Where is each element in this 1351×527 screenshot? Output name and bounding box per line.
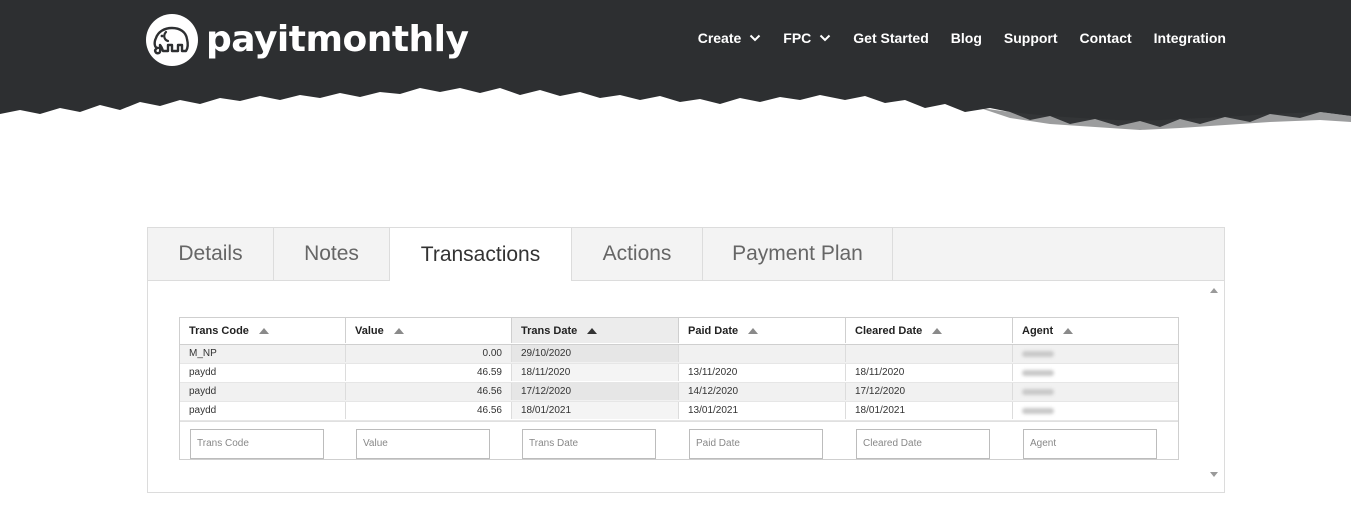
tab-bar: Details Notes Transactions Actions Payme… [148,228,1224,281]
scroll-down-arrow-icon[interactable] [1210,472,1218,477]
brand-name: payitmonthly [206,19,469,60]
cell-value: 46.59 [346,364,512,381]
cell-trans-code: M_NP [180,345,346,362]
cell-value: 46.56 [346,383,512,400]
filter-cell [512,428,679,459]
chevron-down-icon [750,34,761,42]
nav-item-label: Contact [1079,30,1132,46]
cell-paid-date: 13/01/2021 [679,402,846,419]
column-header-label: Agent [1022,324,1054,337]
column-header-cleared-date[interactable]: Cleared Date [846,318,1013,343]
nav-item-label: FPC [783,30,812,46]
filter-cell [1013,428,1178,459]
cell-trans-code: paydd [180,402,346,419]
nav-item-get-started[interactable]: Get Started [853,30,928,46]
table-row[interactable]: paydd 46.56 17/12/2020 14/12/2020 17/12/… [180,383,1178,402]
nav-item-label: Integration [1153,30,1226,46]
tab-transactions[interactable]: Transactions [390,228,572,281]
brand-logo[interactable]: payitmonthly [146,12,469,68]
column-header-label: Trans Code [189,324,249,337]
cell-agent [1013,364,1178,381]
transactions-grid: Trans Code Value Trans Date Paid Date Cl… [179,317,1179,460]
sort-arrow-icon [393,327,404,334]
sort-arrow-icon [1063,327,1074,334]
cell-paid-date [679,345,846,362]
filter-cleared-date-input[interactable] [856,428,990,459]
nav-item-blog[interactable]: Blog [951,30,982,46]
cell-paid-date: 13/11/2020 [679,364,846,381]
tab-payment-plan[interactable]: Payment Plan [703,228,893,280]
nav-item-label: Get Started [853,30,929,46]
cell-trans-date: 29/10/2020 [512,345,679,362]
sort-arrow-icon [587,327,598,334]
filter-paid-date-input[interactable] [689,428,823,459]
nav-item-fpc[interactable]: FPC [783,30,831,46]
cell-cleared-date [846,345,1013,362]
tab-label: Notes [304,242,359,265]
cell-trans-date: 17/12/2020 [512,383,679,400]
filter-agent-input[interactable] [1023,428,1157,459]
cell-cleared-date: 17/12/2020 [846,383,1013,400]
redacted-agent [1022,369,1054,376]
cell-trans-code: paydd [180,364,346,381]
tab-label: Payment Plan [732,242,863,265]
cell-trans-code: paydd [180,383,346,400]
column-header-paid-date[interactable]: Paid Date [679,318,846,343]
column-header-label: Trans Date [521,324,578,337]
cell-agent [1013,345,1178,362]
column-header-label: Cleared Date [855,324,923,337]
tab-actions[interactable]: Actions [572,228,703,280]
nav-item-label: Blog [950,30,982,46]
filter-trans-code-input[interactable] [190,428,324,459]
tab-label: Details [178,242,243,265]
main-nav: Create FPC Get Started Blog Support Cont… [676,30,1226,46]
cell-value: 46.56 [346,402,512,419]
grid-header: Trans Code Value Trans Date Paid Date Cl… [180,318,1178,345]
table-row[interactable]: paydd 46.59 18/11/2020 13/11/2020 18/11/… [180,364,1178,383]
chevron-down-icon [820,34,831,42]
tab-label: Actions [602,242,672,265]
nav-item-integration[interactable]: Integration [1154,30,1226,46]
filter-cell [679,428,846,459]
cell-paid-date: 14/12/2020 [679,383,846,400]
sort-arrow-icon [258,327,269,334]
filter-cell [346,428,512,459]
filter-cell [846,428,1013,459]
cell-cleared-date: 18/11/2020 [846,364,1013,381]
column-header-value[interactable]: Value [346,318,512,343]
nav-item-label: Support [1003,30,1058,46]
table-row[interactable]: M_NP 0.00 29/10/2020 [180,345,1178,364]
cell-agent [1013,383,1178,400]
tab-details[interactable]: Details [148,228,274,280]
filter-cell [180,428,346,459]
redacted-agent [1022,388,1054,395]
sort-arrow-icon [932,327,943,334]
cell-trans-date: 18/11/2020 [512,364,679,381]
nav-item-contact[interactable]: Contact [1080,30,1132,46]
nav-item-support[interactable]: Support [1004,30,1058,46]
column-header-agent[interactable]: Agent [1013,318,1178,343]
tab-notes[interactable]: Notes [274,228,390,280]
cell-agent [1013,402,1178,419]
nav-item-create[interactable]: Create [698,30,762,46]
scroll-up-arrow-icon[interactable] [1210,288,1218,293]
elephant-icon [146,14,198,66]
filter-row [180,421,1178,465]
filter-trans-date-input[interactable] [522,428,656,459]
table-row[interactable]: paydd 46.56 18/01/2021 13/01/2021 18/01/… [180,402,1178,421]
redacted-agent [1022,350,1054,357]
redacted-agent [1022,407,1054,414]
cell-cleared-date: 18/01/2021 [846,402,1013,419]
column-header-trans-date[interactable]: Trans Date [512,318,679,343]
filter-value-input[interactable] [356,428,490,459]
sort-arrow-icon [748,327,759,334]
cell-value: 0.00 [346,345,512,362]
cell-trans-date: 18/01/2021 [512,402,679,419]
nav-item-label: Create [697,30,742,46]
column-header-trans-code[interactable]: Trans Code [180,318,346,343]
column-header-label: Value [355,324,384,337]
tab-label: Transactions [420,242,541,266]
account-panel: Details Notes Transactions Actions Payme… [147,227,1225,493]
column-header-label: Paid Date [688,324,739,337]
